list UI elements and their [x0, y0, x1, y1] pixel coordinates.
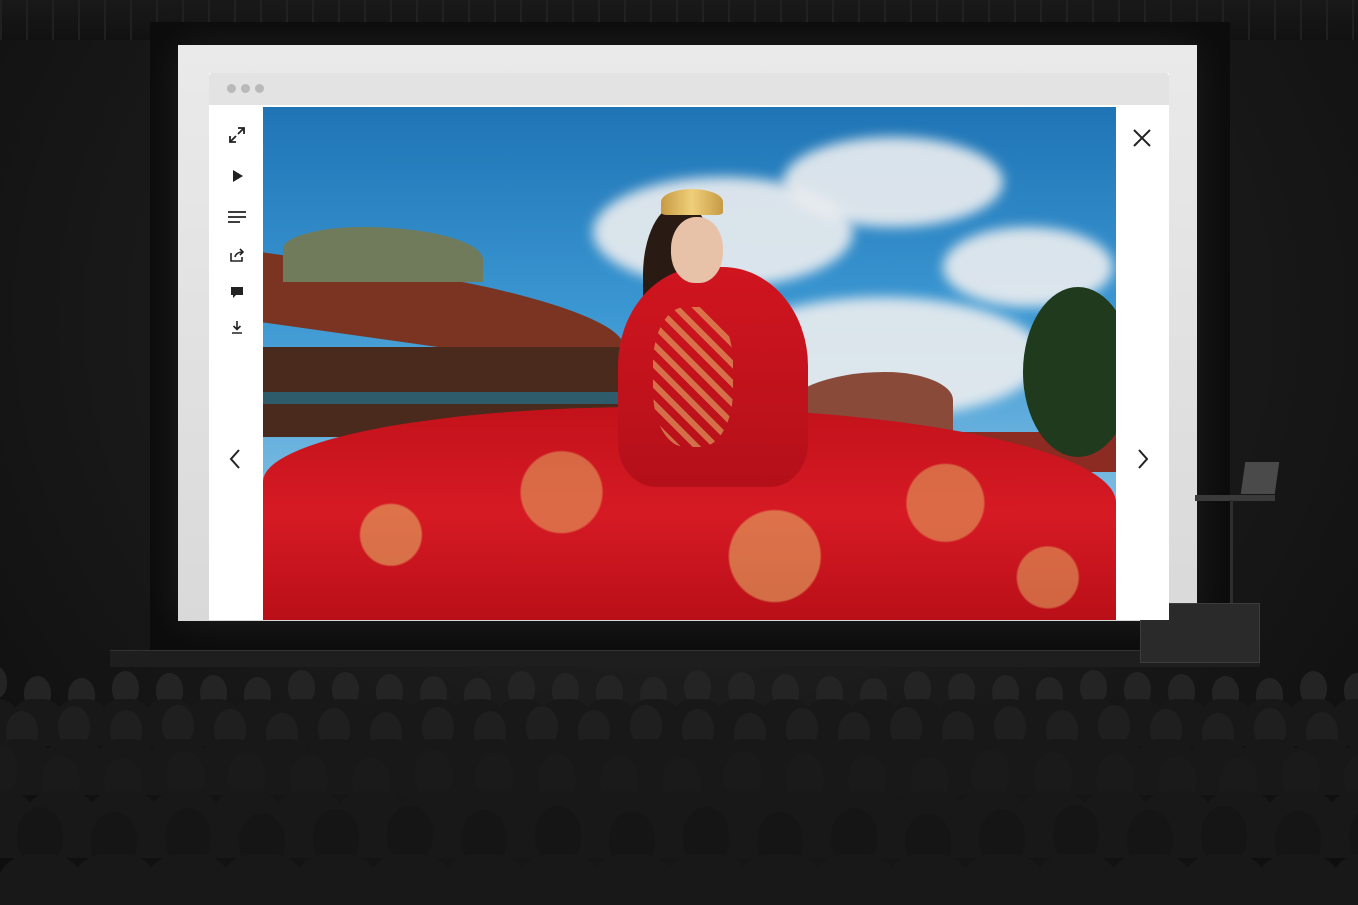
window-dot-close[interactable] [227, 84, 236, 93]
window-dot-maximize[interactable] [255, 84, 264, 93]
window-dot-minimize[interactable] [241, 84, 250, 93]
share-icon [230, 248, 245, 262]
comment-button[interactable] [223, 278, 251, 306]
podium [1195, 495, 1275, 501]
chevron-left-icon [229, 449, 240, 469]
fullscreen-button[interactable] [223, 121, 251, 149]
fullscreen-icon [229, 127, 245, 143]
download-icon [232, 321, 242, 334]
photo-headdress [661, 189, 723, 215]
browser-titlebar [209, 73, 1169, 105]
download-button[interactable] [223, 313, 251, 341]
photo-cloud [783, 137, 1003, 227]
viewer-toolbar [209, 105, 263, 620]
close-viewer-button[interactable] [1127, 118, 1157, 158]
play-button[interactable] [223, 162, 251, 190]
laptop [1240, 462, 1280, 494]
photo-robe-embroidery [653, 307, 733, 447]
previous-photo-button[interactable] [220, 439, 250, 479]
share-button[interactable] [223, 241, 251, 269]
menu-lines-icon [228, 211, 246, 223]
play-icon [233, 170, 243, 182]
menu-button[interactable] [223, 203, 251, 231]
photo-viewer [263, 107, 1116, 620]
chevron-right-icon [1138, 449, 1149, 469]
comment-icon [231, 287, 243, 298]
audience-shoulders [1328, 854, 1358, 905]
close-icon [1133, 129, 1151, 147]
audience [0, 650, 1358, 905]
next-photo-button[interactable] [1128, 439, 1158, 479]
audience-head [0, 665, 8, 699]
photo-face [671, 217, 723, 283]
browser-window [209, 73, 1169, 620]
photo-temple-trim [263, 392, 623, 404]
